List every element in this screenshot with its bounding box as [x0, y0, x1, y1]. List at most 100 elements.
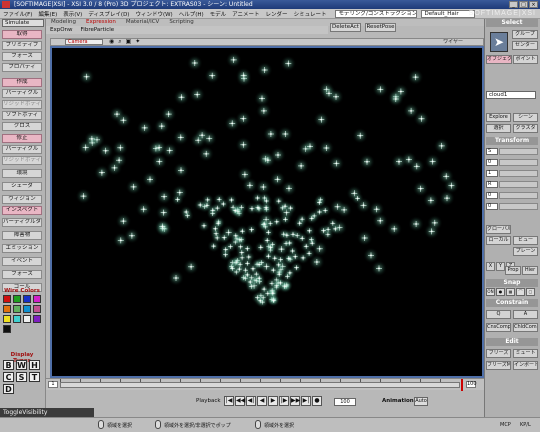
snap-point-icon[interactable]: ●	[496, 288, 505, 296]
construction-mode-select[interactable]: モデリング/コンストラクションモード	[335, 9, 418, 18]
left-button-18[interactable]: エミッション	[2, 244, 42, 253]
transform-slider[interactable]	[499, 192, 538, 199]
transform-value-field[interactable]: 0	[486, 192, 498, 199]
snap-on-button[interactable]: ON	[486, 288, 495, 296]
left-button-19[interactable]: イベント	[2, 257, 42, 266]
playback-button-8[interactable]: ●	[312, 396, 322, 406]
left-button-6[interactable]: リジッドボディ	[2, 100, 42, 109]
explore-button[interactable]: Explore	[486, 113, 511, 122]
selected-object-field[interactable]: cloud1	[486, 91, 536, 99]
display-type-button-h[interactable]: H	[29, 360, 40, 370]
center-button[interactable]: センター	[512, 41, 538, 50]
camera-dropdown[interactable]: Camera	[65, 39, 103, 45]
freeze-button[interactable]: フリーズ	[486, 349, 511, 358]
snap-grid-icon[interactable]: ▦	[506, 288, 515, 296]
wire-color-swatch[interactable]	[23, 315, 31, 323]
menu-edit[interactable]: 編集(E)	[35, 10, 60, 18]
freeze-m-button[interactable]: フリーズM	[486, 361, 511, 370]
plane-button[interactable]: プレーン	[513, 247, 538, 256]
prop-button[interactable]: Prop	[505, 266, 521, 275]
playback-button-3[interactable]: ◀	[257, 396, 267, 406]
snap-curve-icon[interactable]: ⌒	[516, 288, 525, 296]
display-type-button-b[interactable]: B	[3, 360, 14, 370]
display-mode-label[interactable]: ワイヤー	[443, 39, 463, 45]
left-button-15[interactable]: インスペクト	[2, 206, 42, 215]
wire-color-swatch[interactable]	[33, 305, 41, 313]
menu-help[interactable]: ヘルプ(H)	[176, 10, 207, 18]
auto-key-button[interactable]: Auto	[414, 397, 428, 406]
display-type-button-c[interactable]: C	[3, 372, 14, 382]
selection-button[interactable]: 選択	[486, 124, 511, 133]
wire-color-swatch[interactable]	[33, 295, 41, 303]
current-frame-field[interactable]: 100	[334, 398, 356, 406]
transform-slider[interactable]	[499, 159, 538, 166]
wire-color-swatch[interactable]	[13, 315, 21, 323]
left-button-2[interactable]: フォース	[2, 52, 42, 61]
transform-value-field[interactable]: R	[486, 181, 498, 188]
playback-button-5[interactable]: |▶	[279, 396, 289, 406]
cluster-button[interactable]: クラスタ	[513, 124, 538, 133]
left-button-1[interactable]: プリミティブ	[2, 41, 42, 50]
menu-simulate[interactable]: シミュレート	[291, 10, 330, 18]
wire-color-swatch[interactable]	[33, 315, 41, 323]
local-button[interactable]: ローカル	[486, 236, 511, 245]
menu-display[interactable]: ディスプレイ(D)	[85, 10, 132, 18]
snap-face-icon[interactable]: ▢	[526, 288, 535, 296]
layout-select[interactable]: Default_Hair	[421, 9, 476, 18]
transform-value-field[interactable]: 0	[486, 159, 498, 166]
display-type-button-t[interactable]: T	[29, 372, 40, 382]
mute-button[interactable]: ミュート	[513, 349, 538, 358]
axis-y-button[interactable]: Y	[496, 262, 505, 271]
left-button-5[interactable]: パーティクル	[2, 89, 42, 98]
transform-slider[interactable]	[499, 181, 538, 188]
chld-comp-button[interactable]: ChldComp	[513, 323, 538, 332]
left-button-0[interactable]: 取得	[2, 30, 42, 39]
cns-comp-button[interactable]: CnsComp	[486, 323, 511, 332]
menu-window[interactable]: ウィンドウ(W)	[132, 10, 175, 18]
eye-icon[interactable]: ◉	[109, 39, 114, 45]
wire-color-swatch[interactable]	[3, 315, 11, 323]
playback-button-6[interactable]: ▶▶	[290, 396, 300, 406]
minimize-button[interactable]: _	[509, 1, 518, 8]
module-dropdown[interactable]: Simulate	[2, 19, 44, 27]
menu-file[interactable]: ファイル(F)	[0, 10, 35, 18]
playback-button-2[interactable]: ◀|	[246, 396, 256, 406]
left-button-16[interactable]: パーティクルタイプ	[2, 218, 42, 227]
object-button[interactable]: オブジェクト	[486, 55, 512, 64]
left-button-13[interactable]: シェーダ	[2, 182, 42, 191]
menu-animate[interactable]: アニメート	[229, 10, 262, 18]
command-field[interactable]: ToggleVisibility	[0, 408, 94, 417]
tab-modeling[interactable]: Modeling	[46, 19, 81, 26]
constrain-a-button[interactable]: A	[513, 310, 538, 319]
select-tool-button[interactable]: ➤	[490, 32, 508, 52]
subtab-exponw[interactable]: ExpOnw	[46, 26, 77, 34]
timeline-playhead[interactable]	[461, 379, 463, 391]
subtab-fibreparticle[interactable]: FibreParticle	[77, 26, 119, 34]
close-button[interactable]: ×	[529, 1, 538, 8]
hier-button[interactable]: Hier	[522, 266, 538, 275]
playback-button-7[interactable]: ▶|	[301, 396, 311, 406]
left-button-17[interactable]: 障害物	[2, 231, 42, 240]
menu-model[interactable]: モデル	[207, 10, 230, 18]
wire-color-swatch[interactable]	[3, 295, 11, 303]
menu-render[interactable]: レンダー	[263, 10, 291, 18]
light-icon[interactable]: ✦	[135, 39, 140, 45]
display-type-button-w[interactable]: W	[16, 360, 27, 370]
reset-pose-button[interactable]: ResetPose	[365, 23, 396, 32]
camera-icon[interactable]: ▣	[126, 39, 132, 45]
playback-button-1[interactable]: ◀◀	[235, 396, 245, 406]
timeline-end-field[interactable]: 100	[466, 381, 477, 388]
transform-value-field[interactable]: 1	[486, 170, 498, 177]
playback-button-0[interactable]: |◀	[224, 396, 234, 406]
point-button[interactable]: ポイント	[513, 55, 538, 64]
left-button-9[interactable]: 修正	[2, 134, 42, 143]
3d-viewport[interactable]	[50, 46, 484, 378]
status-kpl[interactable]: KP/L	[520, 422, 531, 428]
transform-slider[interactable]	[499, 148, 538, 155]
left-button-8[interactable]: クロス	[2, 122, 42, 131]
transform-slider[interactable]	[499, 203, 538, 210]
group-button[interactable]: グループ	[512, 30, 538, 39]
import-export-button[interactable]: インポート/エク...	[513, 361, 538, 370]
transform-value-field[interactable]: 0	[486, 203, 498, 210]
constrain-q-button[interactable]: Q	[486, 310, 511, 319]
